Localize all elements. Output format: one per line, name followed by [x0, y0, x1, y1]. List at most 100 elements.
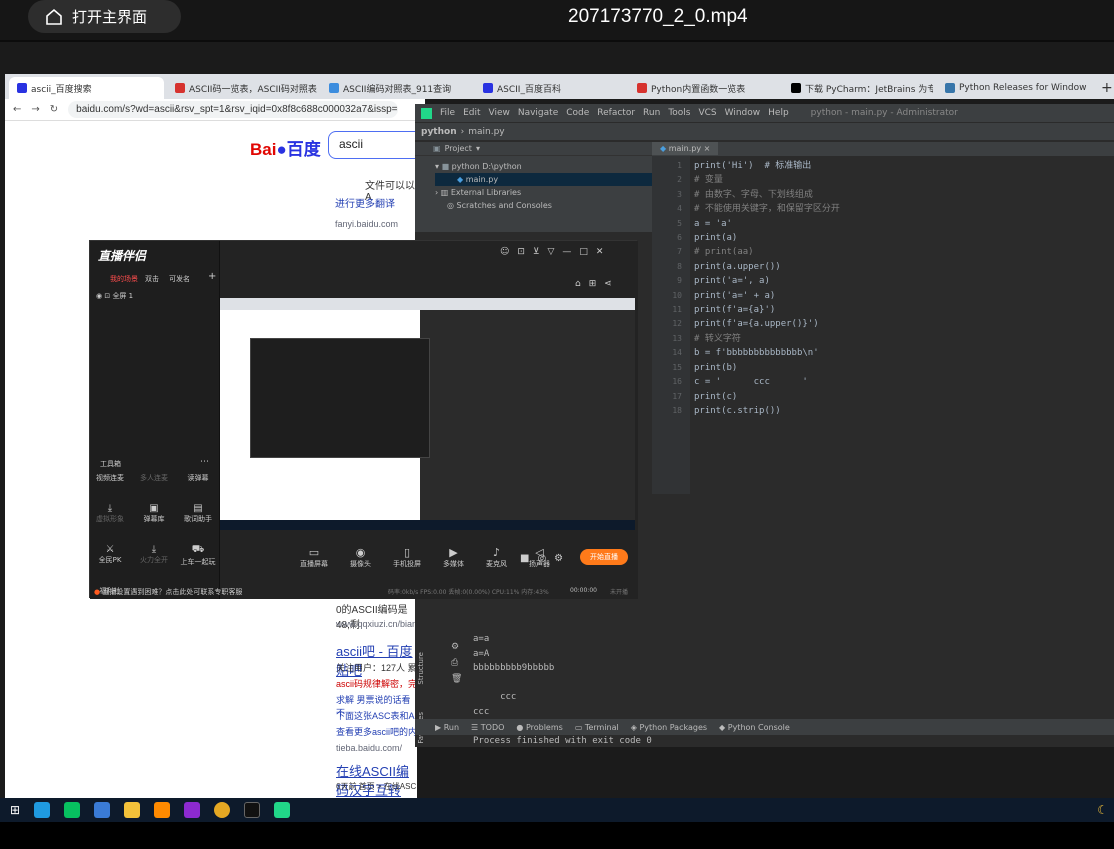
pycharm-icon[interactable] [274, 802, 291, 818]
window-controls[interactable]: ☺⊡⊻▽—□✕ [500, 247, 611, 257]
chrome-icon[interactable] [214, 802, 231, 818]
browser-tab[interactable]: ascii_百度搜索 [9, 77, 164, 99]
tool-item[interactable]: ▣ 弹幕库 [134, 503, 174, 524]
more-icon[interactable]: ⋯ [200, 457, 209, 467]
browser-tab[interactable]: Python内置函数一览表 [629, 77, 779, 99]
tool-item[interactable]: ⤓ 虚拟形象 [90, 503, 130, 524]
code-line[interactable]: c = ' ccc ' [694, 375, 1114, 389]
wechat-icon[interactable] [64, 802, 81, 818]
code-text[interactable]: print('Hi') # 标准输出 # 变量 # 由数字、字母、下划线组成 # 不能… [694, 156, 1114, 494]
menu-code[interactable]: Code [566, 108, 589, 118]
code-line[interactable]: # 转义字符 [694, 332, 1114, 346]
tree-scratches[interactable]: ◎ Scratches and Consoles [435, 199, 652, 212]
gear-icon[interactable]: ⚙ [451, 642, 459, 652]
menu-edit[interactable]: Edit [463, 108, 480, 118]
result-snippet[interactable]: 查看更多ascii吧的内 [336, 725, 417, 738]
browser-tab[interactable]: Python Releases for Windows [937, 77, 1087, 99]
windows-start-icon[interactable]: ⊞ [10, 803, 20, 817]
tab-named[interactable]: 可发名 [169, 274, 190, 284]
code-line[interactable]: # 由数字、字母、下划线组成 [694, 188, 1114, 202]
code-line[interactable]: print('a=', a) [694, 274, 1114, 288]
video-editor-icon[interactable] [184, 802, 201, 818]
project-label[interactable]: Project [445, 144, 472, 153]
tree-root[interactable]: ▾ ■ python D:\python [435, 160, 652, 173]
menu-window[interactable]: Window [725, 108, 761, 118]
reload-icon[interactable]: ↻ [50, 104, 58, 115]
menu-run[interactable]: Run [643, 108, 660, 118]
tab-python-console[interactable]: ◆ Python Console [719, 723, 790, 732]
source-media[interactable]: ▶ 多媒体 [443, 546, 464, 569]
code-line[interactable]: print(b) [694, 361, 1114, 375]
start-live-button[interactable]: 开始直播 [580, 549, 628, 565]
result-title-link[interactable]: 在线ASCII编码汉字互转 [336, 761, 417, 799]
tool-item[interactable]: 多人连麦 [134, 473, 174, 483]
status-help[interactable]: ● 直播设置遇到困难？点击此处可联系专职客服 [94, 587, 242, 597]
code-line[interactable]: print('a=' + a) [694, 289, 1114, 303]
tool-item[interactable]: ⛟ 上车一起玩 [178, 544, 218, 567]
chevron-down-icon[interactable]: ▾ [476, 144, 480, 153]
back-icon[interactable]: ← [13, 104, 21, 115]
source-camera[interactable]: ◉ 摄像头 [350, 546, 371, 569]
code-line[interactable]: print(f'a={a}') [694, 303, 1114, 317]
menu-file[interactable]: File [440, 108, 455, 118]
streaming-app-icon[interactable] [154, 802, 171, 818]
menu-help[interactable]: Help [768, 108, 789, 118]
address-bar[interactable]: baidu.com/s?wd=ascii&rsv_spt=1&rsv_iqid=… [68, 101, 399, 118]
source-mic[interactable]: ♪ 麦克风 [486, 546, 507, 569]
source-screen[interactable]: ▭ 直播屏幕 [300, 546, 328, 569]
menu-refactor[interactable]: Refactor [597, 108, 635, 118]
code-line[interactable]: b = f'bbbbbbbbbbbbbb\n' [694, 346, 1114, 360]
baidu-logo[interactable]: Bai●百度 [250, 135, 321, 160]
crumb-file[interactable]: main.py [468, 127, 504, 137]
tree-libraries[interactable]: › ▥ External Libraries [435, 186, 652, 199]
edge-icon[interactable] [34, 802, 51, 818]
code-line[interactable]: a = 'a' [694, 217, 1114, 231]
code-line[interactable]: # 变量 [694, 173, 1114, 187]
code-line[interactable]: # 不能使用关键字，和保留字区分开 [694, 202, 1114, 216]
tab-python-packages[interactable]: ◈ Python Packages [631, 723, 707, 732]
tab-scenes[interactable]: 我的场景 [110, 274, 138, 284]
tab-run[interactable]: ▶ Run [435, 723, 459, 732]
tab-todo[interactable]: ☰ TODO [471, 723, 504, 732]
code-line[interactable]: print(f'a={a.upper()}') [694, 317, 1114, 331]
source-phone[interactable]: ▯ 手机投屏 [393, 546, 421, 569]
scene-item[interactable]: ◉ ⊡ 全屏 1 [96, 291, 133, 301]
crumb-project[interactable]: python [421, 127, 457, 137]
new-tab-button[interactable]: + [1093, 77, 1113, 99]
side-tab-structure[interactable]: Structure [417, 652, 425, 685]
code-line[interactable]: print(c.strip()) [694, 404, 1114, 418]
folder-icon[interactable] [124, 802, 141, 818]
tab-double-click[interactable]: 双击 [145, 274, 159, 284]
code-line[interactable]: print(a.upper()) [694, 260, 1114, 274]
result-link[interactable]: 进行更多翻译 [335, 195, 395, 210]
tool-item[interactable]: ⤓ 火力全开 [134, 544, 174, 565]
tool-item[interactable]: 视频连麦 [90, 473, 130, 483]
terminal-icon[interactable] [244, 802, 261, 818]
tab-terminal[interactable]: ▭ Terminal [575, 723, 619, 732]
menu-tools[interactable]: Tools [668, 108, 690, 118]
preview-actions[interactable]: ⌂⊞⋖ [575, 279, 620, 289]
result-snippet[interactable]: 下面这张ASC表和A [336, 709, 415, 722]
editor-tab[interactable]: ◆ main.py × [652, 142, 1114, 156]
menu-navigate[interactable]: Navigate [518, 108, 558, 118]
notes-icon[interactable] [94, 802, 111, 818]
browser-tab[interactable]: ASCII编码对照表_911查询 [321, 77, 471, 99]
code-line[interactable]: # print(aa) [694, 245, 1114, 259]
menu-view[interactable]: View [489, 108, 510, 118]
menu-vcs[interactable]: VCS [698, 108, 716, 118]
forward-icon[interactable]: → [31, 104, 39, 115]
delete-icon[interactable]: 🗑 [451, 674, 462, 684]
print-icon[interactable]: ⎙ [451, 658, 458, 668]
tree-file[interactable]: ◆ main.py [435, 173, 652, 186]
tab-problems[interactable]: ● Problems [516, 723, 562, 732]
browser-tab[interactable]: 下载 PyCharm：JetBrains 为专 [783, 77, 933, 99]
browser-tab[interactable]: ASCII码一览表，ASCII码对照表 [167, 77, 317, 99]
search-input[interactable]: ascii [328, 131, 417, 159]
tool-item[interactable]: 读弹幕 [178, 473, 218, 483]
code-line[interactable]: print(c) [694, 390, 1114, 404]
tool-item[interactable]: ▤ 歌词助手 [178, 503, 218, 524]
record-settings-icons[interactable]: ■◎⚙ [520, 553, 571, 564]
close-icon[interactable]: × [704, 144, 711, 153]
tool-item[interactable]: ⚔ 全民PK [90, 544, 130, 565]
code-line[interactable]: print(a) [694, 231, 1114, 245]
